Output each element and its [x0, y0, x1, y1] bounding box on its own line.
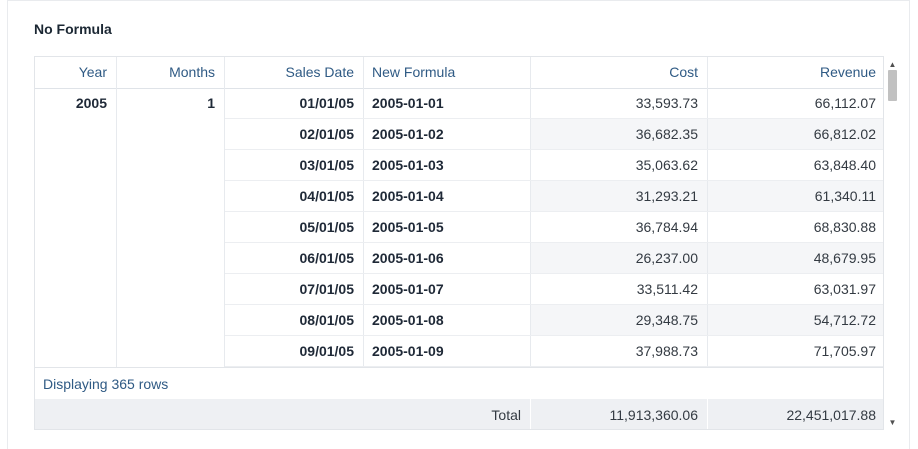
revenue-cell: 66,812.02 — [708, 119, 883, 149]
column-header-year[interactable]: Year — [35, 57, 117, 88]
new-formula-cell: 2005-01-04 — [364, 181, 531, 211]
cost-cell: 36,784.94 — [531, 212, 708, 242]
column-header-cost[interactable]: Cost — [531, 57, 708, 88]
revenue-cell: 63,031.97 — [813, 281, 876, 297]
new-formula-cell: 2005-01-01 — [364, 88, 531, 118]
months-group-cell[interactable]: 1 — [117, 88, 225, 367]
revenue-cell: 68,830.88 — [813, 219, 876, 235]
sales-date-cell: 04/01/05 — [225, 181, 364, 211]
revenue-cell: 63,848.40 — [813, 157, 876, 173]
table-row[interactable]: 07/01/05 2005-01-07 33,511.42 63,031.97 — [225, 274, 883, 305]
column-header-months[interactable]: Months — [117, 57, 225, 88]
table-row[interactable]: 04/01/05 2005-01-04 31,293.21 61,340.11 — [225, 181, 883, 212]
year-value: 2005 — [75, 95, 107, 111]
data-grid: Year Months Sales Date New Formula Cost … — [34, 56, 884, 430]
new-formula-cell: 2005-01-02 — [364, 119, 531, 149]
table-body: 2005 1 01/01/05 2005-01-01 33,593.73 66,… — [35, 88, 883, 367]
cost-cell: 26,237.00 — [531, 243, 708, 273]
table-row[interactable]: 05/01/05 2005-01-05 36,784.94 68,830.88 — [225, 212, 883, 243]
new-formula-cell: 2005-01-08 — [364, 305, 531, 335]
table-row[interactable]: 09/01/05 2005-01-09 37,988.73 71,705.97 — [225, 336, 883, 367]
sales-date-cell: 01/01/05 — [225, 88, 364, 118]
totals-cost: 11,913,360.06 — [531, 399, 708, 429]
totals-revenue: 22,451,017.88 — [786, 407, 876, 423]
table-row[interactable]: 08/01/05 2005-01-08 29,348.75 54,712.72 — [225, 305, 883, 336]
sales-date-cell: 06/01/05 — [225, 243, 364, 273]
table-row[interactable]: 01/01/05 2005-01-01 33,593.73 66,112.07 — [225, 88, 883, 119]
cost-cell: 33,593.73 — [531, 88, 708, 118]
scroll-down-icon[interactable]: ▼ — [887, 417, 898, 428]
sales-date-cell: 03/01/05 — [225, 150, 364, 180]
scroll-thumb[interactable] — [888, 70, 897, 101]
scroll-up-icon[interactable]: ▲ — [887, 59, 898, 70]
table-row[interactable]: 06/01/05 2005-01-06 26,237.00 48,679.95 — [225, 243, 883, 274]
row-count-status: Displaying 365 rows — [35, 367, 883, 399]
sales-date-cell: 07/01/05 — [225, 274, 364, 304]
sales-date-cell: 02/01/05 — [225, 119, 364, 149]
cost-cell: 36,682.35 — [531, 119, 708, 149]
months-value: 1 — [207, 95, 215, 111]
cost-cell: 37,988.73 — [531, 336, 708, 366]
sales-date-cell: 09/01/05 — [225, 336, 364, 366]
new-formula-cell: 2005-01-06 — [364, 243, 531, 273]
totals-row: Total 11,913,360.06 22,451,017.88 — [35, 399, 883, 429]
revenue-cell: 71,705.97 — [813, 343, 876, 359]
revenue-cell: 61,340.11 — [708, 181, 883, 211]
new-formula-cell: 2005-01-05 — [364, 212, 531, 242]
sales-date-cell: 08/01/05 — [225, 305, 364, 335]
revenue-cell: 66,112.07 — [814, 95, 876, 111]
revenue-cell: 54,712.72 — [708, 305, 883, 335]
column-header-revenue[interactable]: Revenue — [708, 57, 883, 88]
revenue-cell: 48,679.95 — [708, 243, 883, 273]
panel-title: No Formula — [34, 21, 112, 37]
cost-cell: 33,511.42 — [531, 274, 708, 304]
vertical-scrollbar[interactable]: ▲ ▼ — [885, 56, 900, 430]
new-formula-cell: 2005-01-03 — [364, 150, 531, 180]
totals-label: Total — [35, 399, 531, 429]
sales-date-cell: 05/01/05 — [225, 212, 364, 242]
table-header: Year Months Sales Date New Formula Cost … — [35, 57, 883, 89]
column-header-sales-date[interactable]: Sales Date — [225, 57, 364, 88]
table-row[interactable]: 03/01/05 2005-01-03 35,063.62 63,848.40 — [225, 150, 883, 181]
cost-cell: 29,348.75 — [531, 305, 708, 335]
cost-cell: 31,293.21 — [531, 181, 708, 211]
cost-cell: 35,063.62 — [531, 150, 708, 180]
table-row[interactable]: 02/01/05 2005-01-02 36,682.35 66,812.02 — [225, 119, 883, 150]
new-formula-cell: 2005-01-07 — [364, 274, 531, 304]
new-formula-cell: 2005-01-09 — [364, 336, 531, 366]
year-group-cell[interactable]: 2005 — [35, 88, 117, 367]
column-header-new-formula[interactable]: New Formula — [364, 57, 531, 88]
